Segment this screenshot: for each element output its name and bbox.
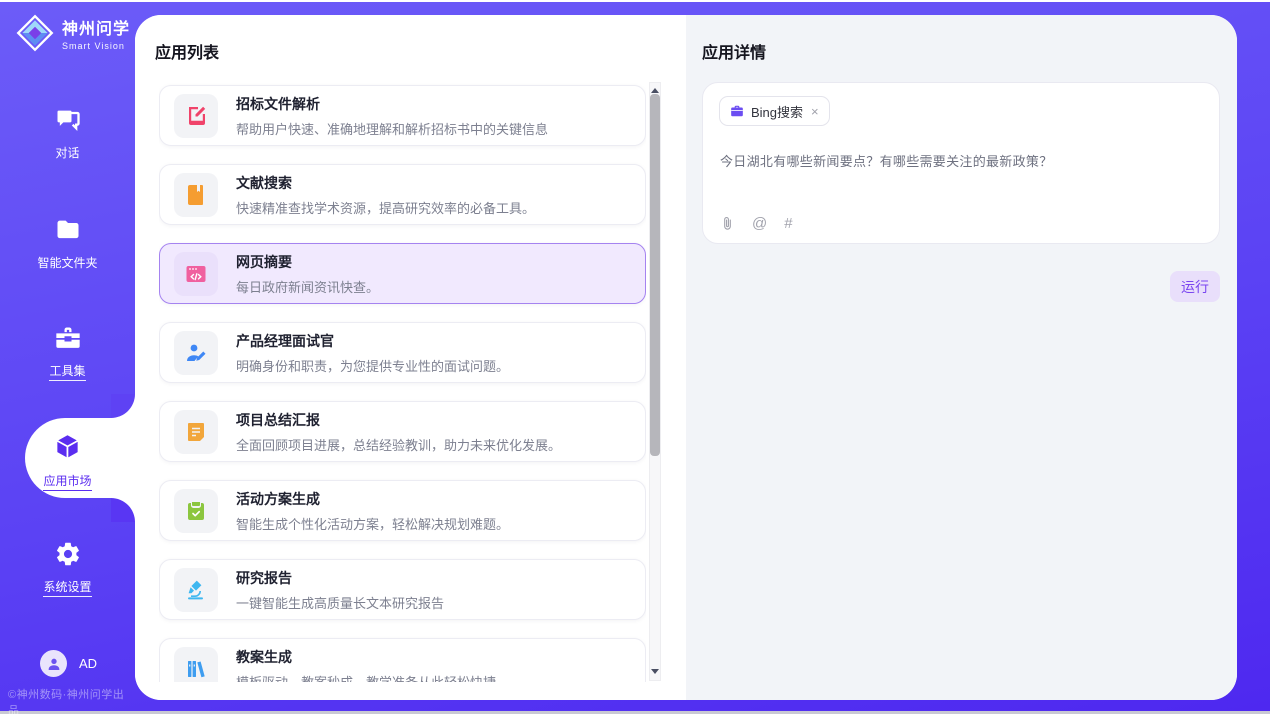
- edit-icon: [174, 94, 218, 138]
- app-list-title: 应用列表: [155, 39, 219, 63]
- app-card-title: 研究报告: [236, 568, 444, 588]
- folder-icon: [54, 231, 82, 248]
- tool-chip-label: Bing搜索: [751, 102, 803, 121]
- app-card-title: 招标文件解析: [236, 94, 548, 114]
- at-icon[interactable]: @: [752, 215, 767, 232]
- attachment-toolbar: @ #: [720, 215, 793, 232]
- app-card-description: 明确身份和职责，为您提供专业性的面试问题。: [236, 356, 509, 375]
- app-card[interactable]: 研究报告 一键智能生成高质量长文本研究报告: [159, 559, 646, 620]
- diamond-logo-icon: [14, 12, 56, 54]
- sidebar-item-chat[interactable]: 对话: [0, 106, 135, 162]
- memo-icon: [174, 410, 218, 454]
- sidebar-item-label: 智能文件夹: [37, 254, 97, 271]
- main-content: 应用列表 招标文件解析 帮助用户快速、准确地理解和解析招标书中的关键信息 文献搜…: [135, 15, 1237, 700]
- app-card-title: 活动方案生成: [236, 489, 509, 509]
- app-card[interactable]: 教案生成 模板驱动，教案秒成，教学准备从此轻松快捷: [159, 638, 646, 682]
- app-card-title: 网页摘要: [236, 252, 379, 272]
- sidebar-item-label: 工具集: [49, 362, 85, 381]
- app-list: 招标文件解析 帮助用户快速、准确地理解和解析招标书中的关键信息 文献搜索 快速精…: [159, 82, 646, 682]
- brand-logo: 神州问学 Smart Vision: [14, 12, 130, 54]
- scrollbar-thumb[interactable]: [650, 94, 660, 456]
- app-list-scrollbar[interactable]: [649, 82, 661, 681]
- app-card[interactable]: 项目总结汇报 全面回顾项目进展，总结经验教训，助力未来优化发展。: [159, 401, 646, 462]
- sidebar-item-cube[interactable]: 应用市场: [0, 431, 135, 491]
- app-card-description: 快速精准查找学术资源，提高研究效率的必备工具。: [236, 198, 535, 217]
- browser-code-icon: [174, 252, 218, 296]
- app-card-description: 帮助用户快速、准确地理解和解析招标书中的关键信息: [236, 119, 548, 138]
- sidebar: 神州问学 Smart Vision 对话 智能文件夹 工具集 系统设置 应用市场: [0, 2, 135, 711]
- sidebar-item-label: 系统设置: [43, 578, 91, 597]
- app-card[interactable]: 活动方案生成 智能生成个性化活动方案，轻松解决规划难题。: [159, 480, 646, 541]
- app-card[interactable]: 文献搜索 快速精准查找学术资源，提高研究效率的必备工具。: [159, 164, 646, 225]
- sidebar-item-label: 应用市场: [43, 472, 91, 491]
- books-icon: [174, 647, 218, 683]
- app-card-description: 每日政府新闻资讯快查。: [236, 277, 379, 296]
- sidebar-item-label: 对话: [55, 144, 79, 161]
- app-card-description: 全面回顾项目进展，总结经验教训，助力未来优化发展。: [236, 435, 561, 454]
- app-card-title: 教案生成: [236, 647, 496, 667]
- sidebar-item-gear[interactable]: 系统设置: [0, 540, 135, 597]
- run-button[interactable]: 运行: [1170, 271, 1220, 302]
- clipboard-check-icon: [174, 489, 218, 533]
- brand-subtitle: Smart Vision: [62, 41, 130, 51]
- avatar[interactable]: [40, 650, 67, 677]
- cube-icon: [52, 449, 83, 466]
- chip-close-icon[interactable]: ×: [811, 104, 819, 119]
- paperclip-icon[interactable]: [720, 216, 735, 231]
- app-card[interactable]: 招标文件解析 帮助用户快速、准确地理解和解析招标书中的关键信息: [159, 85, 646, 146]
- pill-curve-bottom: [111, 498, 135, 522]
- app-card[interactable]: 产品经理面试官 明确身份和职责，为您提供专业性的面试问题。: [159, 322, 646, 383]
- user-initials: AD: [79, 656, 97, 671]
- microscope-icon: [174, 568, 218, 612]
- pill-curve-top: [111, 394, 135, 418]
- app-card-title: 产品经理面试官: [236, 331, 509, 351]
- app-card[interactable]: 网页摘要 每日政府新闻资讯快查。: [159, 243, 646, 304]
- toolbox-icon: [54, 339, 82, 356]
- book-icon: [174, 173, 218, 217]
- app-card-title: 文献搜索: [236, 173, 535, 193]
- app-card-description: 模板驱动，教案秒成，教学准备从此轻松快捷: [236, 672, 496, 683]
- briefcase-icon: [730, 104, 744, 118]
- copyright-footer: ©神州数码·神州问学出品: [8, 686, 135, 718]
- app-list-panel: 应用列表 招标文件解析 帮助用户快速、准确地理解和解析招标书中的关键信息 文献搜…: [135, 15, 686, 700]
- gear-icon: [54, 555, 82, 572]
- sidebar-item-folder[interactable]: 智能文件夹: [0, 216, 135, 272]
- person-icon: [46, 656, 62, 672]
- app-card-title: 项目总结汇报: [236, 410, 561, 430]
- query-input-card[interactable]: Bing搜索 × 今日湖北有哪些新闻要点？有哪些需要关注的最新政策？ @ #: [702, 82, 1220, 244]
- app-card-description: 智能生成个性化活动方案，轻松解决规划难题。: [236, 514, 509, 533]
- scroll-down-arrow-icon[interactable]: [650, 666, 660, 678]
- interviewer-icon: [174, 331, 218, 375]
- tool-chip-bing-search[interactable]: Bing搜索 ×: [719, 96, 830, 126]
- user-account[interactable]: AD: [40, 650, 97, 677]
- app-card-description: 一键智能生成高质量长文本研究报告: [236, 593, 444, 612]
- query-text: 今日湖北有哪些新闻要点？有哪些需要关注的最新政策？: [720, 151, 1053, 170]
- chat-icon: [54, 121, 82, 138]
- app-detail-panel: 应用详情 Bing搜索 × 今日湖北有哪些新闻要点？有哪些需要关注的最新政策？ …: [686, 15, 1237, 700]
- sidebar-item-toolbox[interactable]: 工具集: [0, 324, 135, 381]
- hash-icon[interactable]: #: [784, 215, 792, 232]
- app-detail-title: 应用详情: [702, 39, 766, 63]
- brand-name: 神州问学: [62, 15, 130, 39]
